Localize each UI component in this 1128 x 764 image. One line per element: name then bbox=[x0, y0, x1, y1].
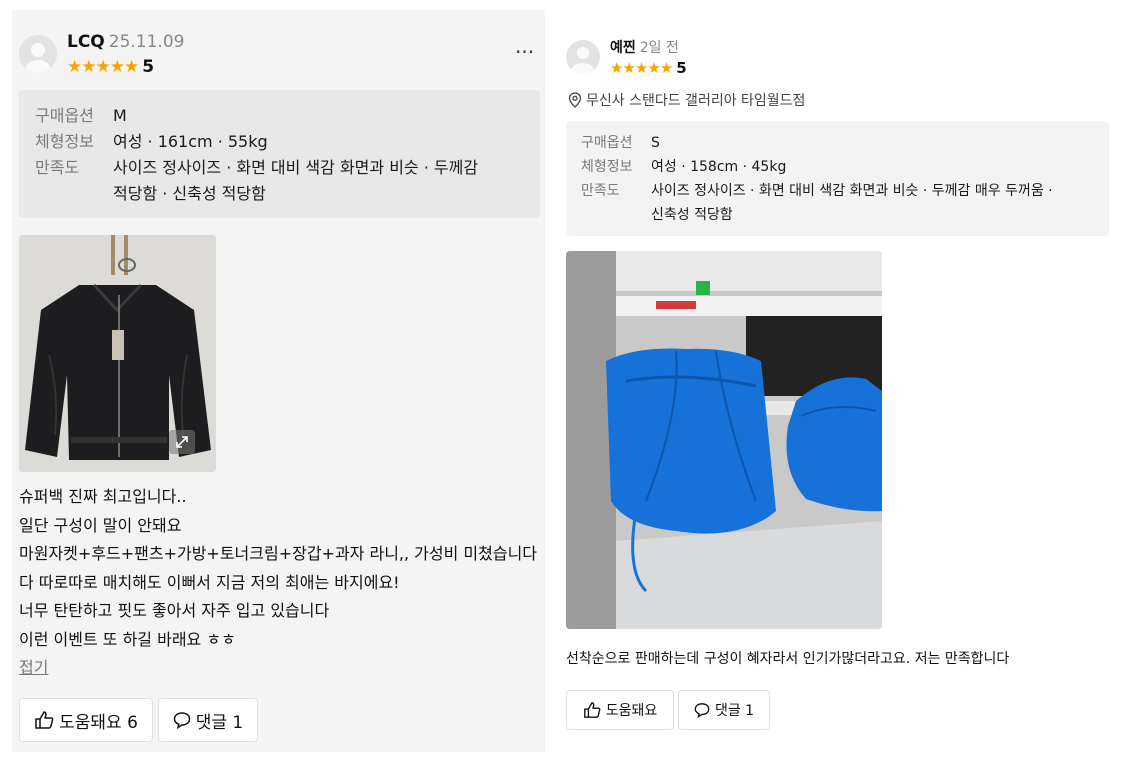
purchase-info-box: 구매옵션 S 체형정보 여성 · 158cm · 45kg 만족도 사이즈 정사… bbox=[566, 121, 1109, 236]
rating-score: 5 bbox=[676, 59, 687, 77]
satisfaction-value: 사이즈 정사이즈 · 화면 대비 색감 화면과 비슷 · 두께감 매우 두꺼움 … bbox=[651, 179, 1053, 227]
store-name: 무신사 스탠다드 갤러리아 타임월드점 bbox=[586, 93, 806, 109]
review-card-right: 예찐 2일 전 ★★★★★ 5 무신사 스탠다드 갤러리아 타임월드점 구매옵션 … bbox=[556, 0, 1128, 764]
body-info-row: 체형정보 여성 · 158cm · 45kg bbox=[581, 155, 1053, 179]
avatar[interactable] bbox=[19, 35, 57, 73]
satisfaction-line-1: 사이즈 정사이즈 · 화면 대비 색감 화면과 비슷 · 두께감 매우 두꺼움 … bbox=[651, 183, 1053, 199]
review-line-5: 너무 탄탄하고 핏도 좋아서 자주 입고 있습니다 bbox=[19, 601, 330, 620]
username-text: 예찐 bbox=[610, 40, 636, 56]
username[interactable]: 예찐 2일 전 bbox=[610, 37, 679, 57]
rating: ★★★★★ 5 bbox=[67, 57, 154, 77]
satisfaction-key: 만족도 bbox=[581, 183, 620, 199]
body-info-row: 체형정보 여성 · 161cm · 55kg bbox=[35, 129, 478, 155]
avatar[interactable] bbox=[566, 40, 600, 74]
review-line-1: 선착순으로 판매하는데 구성이 혜자라서 인기가많더라고요. 저는 만족합니다 bbox=[566, 651, 1010, 667]
review-line-3: 마원자켓+후드+팬츠+가방+토너크림+장갑+과자 라니,, 가성비 미쳤습니다 bbox=[19, 544, 538, 563]
star-icons: ★★★★★ bbox=[67, 57, 139, 77]
review-line-4: 다 따로따로 매치해도 이뻐서 지금 저의 최애는 바지에요! bbox=[19, 572, 400, 592]
store-location[interactable]: 무신사 스탠다드 갤러리아 타임월드점 bbox=[568, 90, 805, 110]
collapse-link[interactable]: 접기 bbox=[19, 658, 48, 677]
comment-button[interactable]: 댓글 1 bbox=[678, 690, 770, 730]
body-info-key: 체형정보 bbox=[581, 159, 633, 175]
option-row: 구매옵션 M bbox=[35, 103, 478, 129]
satisfaction-line-2: 적당함 · 신축성 적당함 bbox=[113, 184, 266, 203]
satisfaction-row: 만족도 사이즈 정사이즈 · 화면 대비 색감 화면과 비슷 · 두께감 적당함… bbox=[35, 155, 478, 207]
user-icon bbox=[26, 43, 50, 73]
comment-icon bbox=[694, 703, 710, 718]
review-date: 2일 전 bbox=[639, 40, 679, 56]
satisfaction-key: 만족도 bbox=[35, 158, 80, 177]
star-icons: ★★★★★ bbox=[610, 59, 673, 77]
review-line-6: 이런 이벤트 또 하길 바래요 ㅎㅎ bbox=[19, 629, 236, 649]
username[interactable]: LCQ 25.11.09 bbox=[67, 32, 184, 52]
username-text: LCQ bbox=[67, 32, 105, 52]
review-body: 선착순으로 판매하는데 구성이 혜자라서 인기가많더라고요. 저는 만족합니다 bbox=[566, 648, 1111, 670]
helpful-label: 도움돼요 bbox=[605, 703, 658, 719]
satisfaction-line-2: 신축성 적당함 bbox=[651, 207, 733, 223]
thumbs-up-icon bbox=[583, 702, 601, 718]
option-value: S bbox=[651, 135, 660, 151]
review-photo-jacket[interactable] bbox=[19, 235, 216, 472]
option-key: 구매옵션 bbox=[35, 106, 94, 125]
review-body: 슈퍼백 진짜 최고입니다.. 일단 구성이 말이 안돼요 마원자켓+후드+팬츠+… bbox=[19, 483, 539, 683]
user-icon bbox=[572, 47, 594, 74]
satisfaction-line-1: 사이즈 정사이즈 · 화면 대비 색감 화면과 비슷 · 두께감 bbox=[113, 158, 479, 177]
option-value: M bbox=[113, 106, 127, 125]
option-key: 구매옵션 bbox=[581, 135, 633, 151]
comment-label: 댓글 1 bbox=[195, 712, 244, 733]
satisfaction-value: 사이즈 정사이즈 · 화면 대비 색감 화면과 비슷 · 두께감 적당함 · 신… bbox=[113, 155, 478, 207]
expand-icon[interactable] bbox=[169, 430, 195, 454]
helpful-button[interactable]: 도움돼요 bbox=[566, 690, 674, 730]
comment-label: 댓글 1 bbox=[714, 703, 755, 719]
option-row: 구매옵션 S bbox=[581, 131, 1053, 155]
body-info-value: 여성 · 161cm · 55kg bbox=[113, 132, 268, 151]
rating: ★★★★★ 5 bbox=[610, 59, 687, 77]
comment-button[interactable]: 댓글 1 bbox=[158, 698, 258, 742]
more-options-button[interactable]: ··· bbox=[515, 42, 534, 62]
thumbs-up-icon bbox=[35, 711, 54, 729]
review-line-2: 일단 구성이 말이 안돼요 bbox=[19, 515, 182, 535]
review-photo-bag[interactable] bbox=[566, 251, 882, 629]
helpful-label: 도움돼요 6 bbox=[59, 712, 138, 733]
review-line-1: 슈퍼백 진짜 최고입니다.. bbox=[19, 487, 187, 506]
purchase-info-box: 구매옵션 M 체형정보 여성 · 161cm · 55kg 만족도 사이즈 정사… bbox=[19, 90, 540, 218]
review-card-left: LCQ 25.11.09 ★★★★★ 5 ··· 구매옵션 M 체형정보 여성 ·… bbox=[12, 10, 545, 752]
helpful-button[interactable]: 도움돼요 6 bbox=[19, 698, 153, 742]
satisfaction-row: 만족도 사이즈 정사이즈 · 화면 대비 색감 화면과 비슷 · 두께감 매우 … bbox=[581, 179, 1053, 227]
body-info-key: 체형정보 bbox=[35, 132, 94, 151]
location-pin-icon bbox=[568, 92, 582, 108]
body-info-value: 여성 · 158cm · 45kg bbox=[651, 159, 787, 175]
review-date: 25.11.09 bbox=[108, 32, 185, 52]
rating-score: 5 bbox=[142, 57, 155, 77]
bag-image bbox=[566, 251, 882, 629]
comment-icon bbox=[173, 712, 191, 729]
